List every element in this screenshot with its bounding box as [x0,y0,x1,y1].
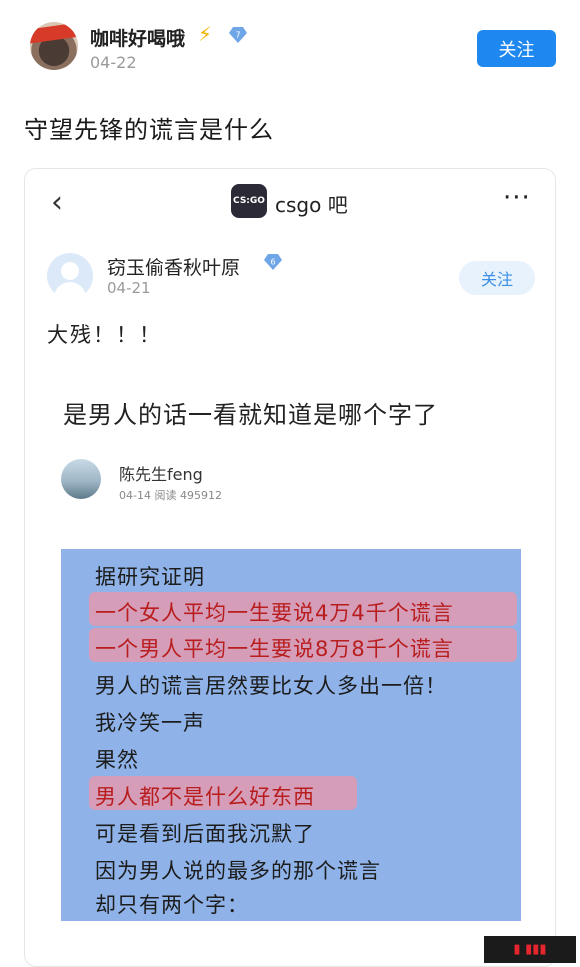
inner-username: 窃玉偷香秋叶原 [107,257,241,279]
picture-title: 是男人的话一看就知道是哪个字了 [63,401,438,429]
inner-user-avatar [47,253,93,299]
csgo-forum-logo: CS:GO [231,184,267,218]
follow-button[interactable]: 关注 [477,30,556,67]
note-line: 却只有两个字： [95,893,249,917]
svg-text:7: 7 [235,31,240,40]
post-username[interactable]: 咖啡好喝哦 [90,24,185,51]
back-arrow-icon: ‹ [51,185,63,220]
note-line: 可是看到后面我沉默了 [95,822,315,846]
picture-author-meta: 04-14 阅读 495912 [119,489,222,502]
forum-name: csgo 吧 [275,193,348,217]
note-line: 果然 [95,748,139,772]
picture-author-name: 陈先生feng [119,465,203,484]
svg-text:6: 6 [270,258,275,267]
picture-author-avatar [61,459,101,499]
inner-post-body: 大残！！！ [47,323,162,347]
note-line: 因为男人说的最多的那个谎言 [95,859,381,883]
note-line: 男人的谎言居然要比女人多出一倍！ [95,674,447,698]
note-image: 据研究证明 一个女人平均一生要说4万4千个谎言 一个男人平均一生要说8万8千个谎… [61,549,521,921]
inner-level-badge-icon: 6 [264,254,282,270]
post-header: 咖啡好喝哦 ⚡ 7 04-22 关注 [0,0,580,90]
lightning-icon: ⚡ [198,22,213,46]
note-line: 据研究证明 [95,565,205,589]
note-line: 男人都不是什么好东西 [95,785,315,809]
watermark-logo: ▮ ▮▮▮ [484,936,576,963]
user-avatar[interactable] [30,22,78,70]
level-badge-icon: 7 [229,27,247,43]
post-date: 04-22 [90,53,137,72]
more-options-icon: ··· [503,183,531,213]
note-line: 一个男人平均一生要说8万8千个谎言 [95,637,454,661]
note-line: 一个女人平均一生要说4万4千个谎言 [95,601,454,625]
note-line: 我冷笑一声 [95,711,205,735]
inner-follow-button: 关注 [459,261,535,295]
embedded-screenshot[interactable]: ‹ CS:GO csgo 吧 ··· 窃玉偷香秋叶原 6 04-21 关注 大残… [24,168,556,967]
post-title: 守望先锋的谎言是什么 [24,116,274,144]
inner-post-date: 04-21 [107,279,151,297]
